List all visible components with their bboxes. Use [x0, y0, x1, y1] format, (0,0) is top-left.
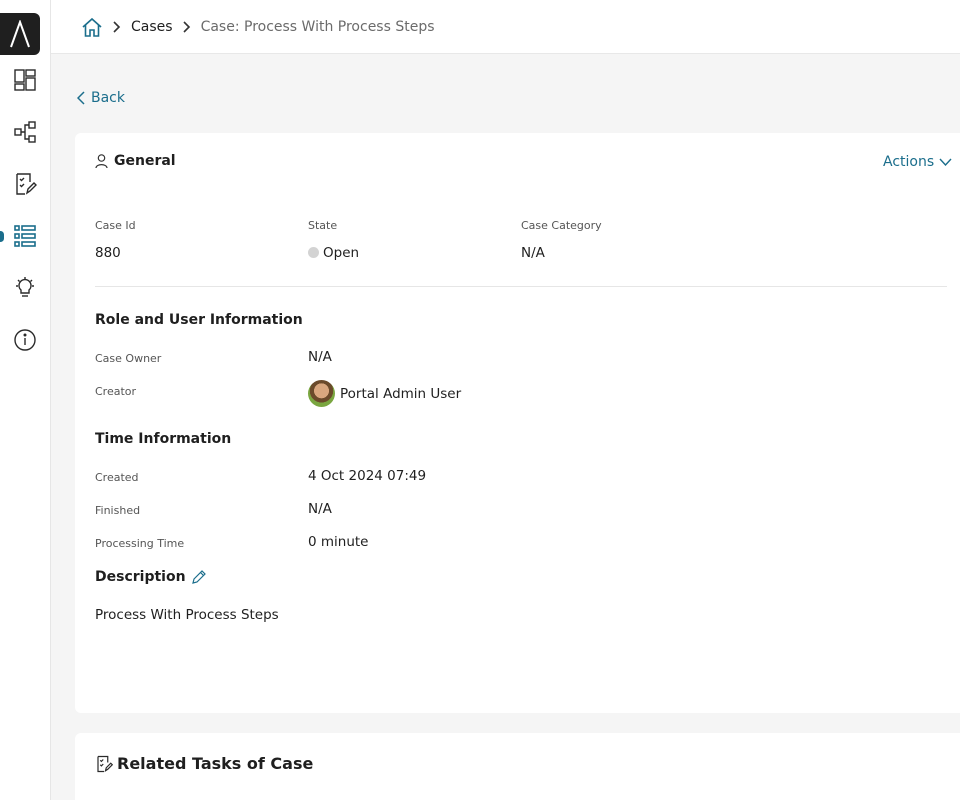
finished-label: Finished — [95, 504, 141, 517]
home-icon[interactable] — [81, 16, 103, 38]
related-tasks-title: Related Tasks of Case — [117, 754, 314, 773]
chevron-right-icon — [113, 21, 121, 33]
processing-time-label: Processing Time — [95, 537, 185, 550]
back-label: Back — [91, 90, 125, 106]
state-label: State — [308, 219, 338, 232]
chevron-down-icon — [939, 158, 952, 166]
creator-label: Creator — [95, 385, 137, 398]
role-info-title: Role and User Information — [95, 312, 303, 328]
breadcrumb-current: Case: Process With Process Steps — [200, 19, 435, 35]
state-dot-icon — [308, 247, 319, 258]
created-value: 4 Oct 2024 07:49 — [308, 468, 427, 484]
general-title: General — [114, 153, 176, 169]
finished-value: N/A — [308, 501, 332, 517]
breadcrumb: Cases Case: Process With Process Steps — [81, 16, 435, 38]
actions-label: Actions — [883, 154, 935, 170]
case-owner-value: N/A — [308, 349, 332, 365]
app-logo[interactable] — [0, 13, 40, 55]
creator-value: Portal Admin User — [308, 380, 461, 407]
chevron-right-icon — [182, 21, 191, 33]
general-section-title: General — [95, 153, 176, 169]
time-info-title: Time Information — [95, 431, 232, 447]
case-id-label: Case Id — [95, 219, 136, 232]
created-label: Created — [95, 471, 139, 484]
chevron-left-icon — [77, 91, 85, 105]
tasks-icon — [97, 755, 113, 772]
related-tasks-section-title: Related Tasks of Case — [95, 754, 313, 773]
state-text: Open — [323, 245, 360, 261]
actions-dropdown[interactable]: Actions — [883, 154, 952, 170]
tasks-icon[interactable] — [12, 171, 38, 197]
back-button[interactable]: Back — [77, 90, 125, 106]
avatar — [308, 380, 335, 407]
state-value: Open — [308, 245, 359, 261]
user-icon — [95, 153, 108, 168]
top-header: Cases Case: Process With Process Steps — [51, 0, 960, 54]
description-value: Process With Process Steps — [95, 607, 279, 623]
case-category-label: Case Category — [521, 219, 602, 232]
case-owner-label: Case Owner — [95, 352, 162, 365]
edit-pencil-icon[interactable] — [191, 570, 206, 584]
process-icon[interactable] — [12, 119, 38, 145]
sidebar — [0, 0, 51, 800]
description-section-title: Description — [95, 569, 206, 585]
description-title: Description — [95, 569, 186, 585]
cases-icon[interactable] — [12, 223, 38, 249]
processing-time-value: 0 minute — [308, 534, 369, 550]
info-icon[interactable] — [12, 327, 38, 353]
divider — [95, 286, 947, 287]
case-category-value: N/A — [521, 245, 545, 261]
breadcrumb-cases[interactable]: Cases — [131, 19, 173, 35]
creator-name: Portal Admin User — [340, 385, 462, 402]
related-tasks-card: Related Tasks of Case — [75, 733, 960, 800]
statistics-icon[interactable] — [12, 275, 38, 301]
case-id-value: 880 — [95, 245, 121, 261]
dashboard-icon[interactable] — [12, 67, 38, 93]
active-nav-marker — [0, 231, 4, 242]
general-card: General Actions Case Id 880 State Open C… — [75, 133, 960, 713]
